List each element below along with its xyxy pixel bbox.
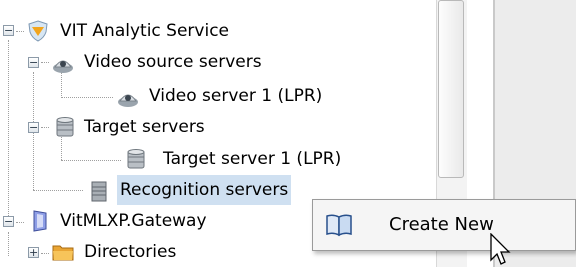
collapse-toggle[interactable]: − [3,25,14,36]
book-icon [325,212,353,238]
scrollbar-thumb[interactable] [438,0,464,178]
context-menu: Create New [312,199,576,251]
tree-node-label: Video server 1 (LPR) [149,86,323,106]
camera-icon [116,85,140,109]
tree-node-recognition-servers[interactable]: Recognition servers [0,175,340,205]
tree-node-label: Target server 1 (LPR) [163,149,342,169]
gateway-icon [28,209,52,233]
tree-node-vitmlxp-gateway[interactable]: − VitMLXP.Gateway [0,206,330,236]
tree-node-target-server-1[interactable]: Target server 1 (LPR) [0,144,390,174]
tree-node-label: Directories [84,242,177,262]
mouse-cursor-icon [490,232,512,267]
tree-node-label: VIT Analytic Service [60,21,230,41]
server-rack-icon [87,179,111,203]
create-new-label: Create New [389,214,494,235]
tree-node-directories[interactable]: + Directories [0,237,330,267]
tree-node-label: Video source servers [84,52,262,72]
tree-node-label: Target servers [84,117,205,137]
tree-node-vit-analytic-service[interactable]: − VIT Analytic Service [0,16,330,46]
database-icon [124,147,148,171]
tree-node-video-source-servers[interactable]: − Video source servers [0,47,330,77]
expand-toggle[interactable]: + [28,247,39,258]
tree-node-label: Recognition servers [117,175,292,205]
folder-icon [51,240,75,264]
camera-icon [51,51,75,75]
shield-icon [26,19,50,43]
create-new-menu-item[interactable]: Create New [315,202,573,248]
collapse-toggle[interactable]: − [28,57,39,68]
tree-node-target-servers[interactable]: − Target servers [0,112,330,142]
tree-node-label: VitMLXP.Gateway [60,211,207,231]
collapse-toggle[interactable]: − [28,122,39,133]
tree-node-video-server-1[interactable]: Video server 1 (LPR) [0,81,380,111]
database-icon [53,115,77,139]
collapse-toggle[interactable]: − [3,216,14,227]
